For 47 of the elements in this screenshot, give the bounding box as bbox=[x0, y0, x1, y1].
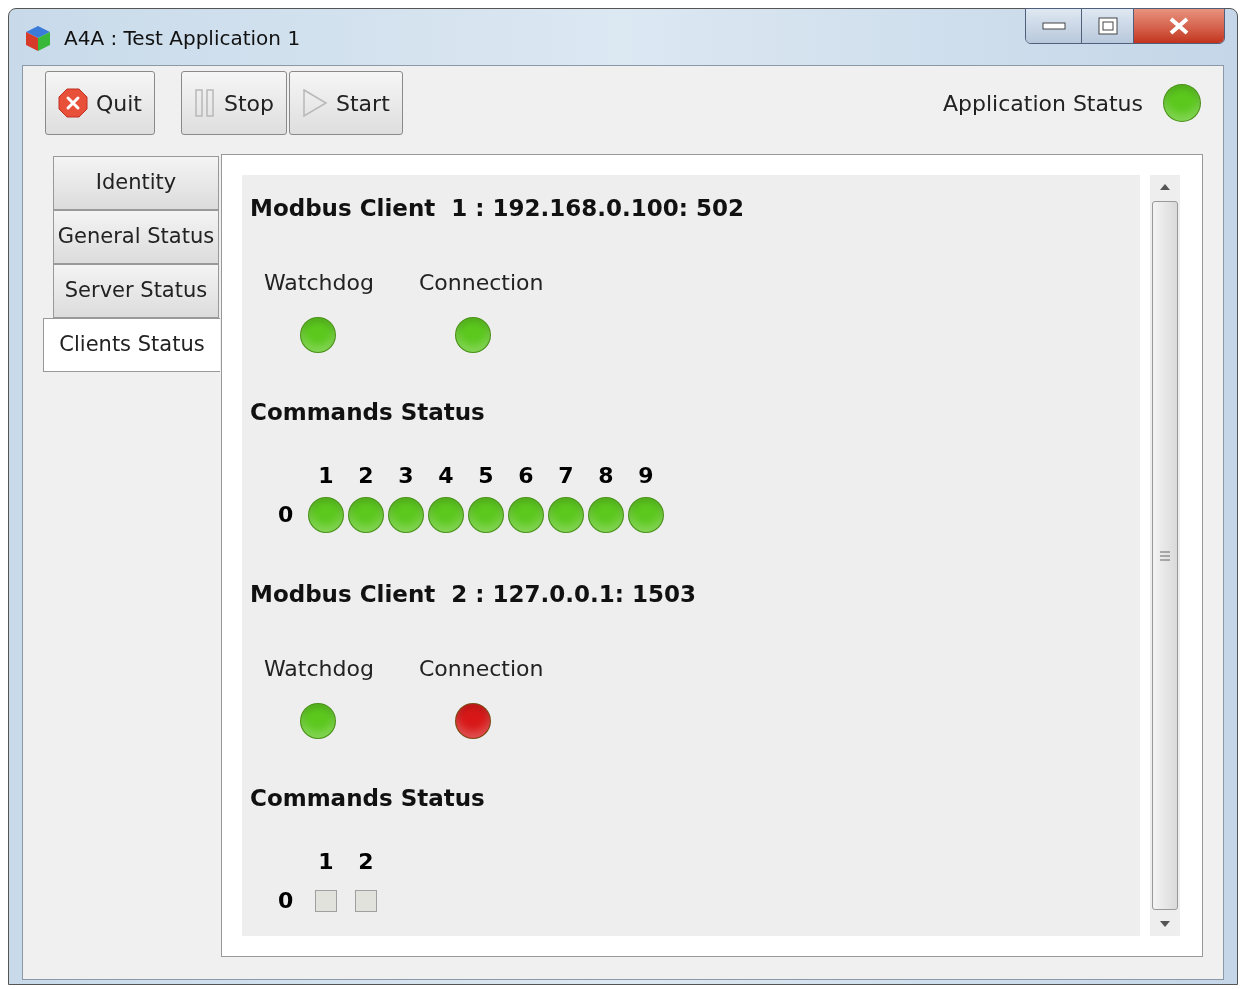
section-heading: Commands Status bbox=[250, 397, 486, 427]
toolbar-button[interactable]: Quit bbox=[45, 71, 155, 135]
tab[interactable]: General Status bbox=[53, 210, 219, 264]
tab[interactable]: Server Status bbox=[53, 264, 219, 318]
indicator-label: Watchdog bbox=[264, 654, 374, 683]
scrollbar[interactable] bbox=[1150, 175, 1180, 936]
column-number: 1 bbox=[318, 849, 334, 875]
column-number: 2 bbox=[358, 849, 374, 875]
column-number: 3 bbox=[398, 463, 414, 489]
column-number: 9 bbox=[638, 463, 654, 489]
indicator-label: Connection bbox=[419, 268, 544, 297]
column-number: 2 bbox=[358, 463, 374, 489]
scroll-up-icon bbox=[1159, 183, 1171, 191]
toolbar-button[interactable]: Stop bbox=[181, 71, 287, 135]
scroll-down-icon bbox=[1159, 920, 1171, 928]
empty-status-box bbox=[315, 890, 337, 912]
maximize-button[interactable] bbox=[1082, 9, 1134, 43]
client-heading: Modbus Client 1 : 192.168.0.100: 502 bbox=[250, 194, 745, 223]
status-label: Application Status bbox=[942, 89, 1143, 118]
close-icon bbox=[1168, 17, 1190, 35]
play-icon bbox=[302, 88, 328, 118]
window-title: A4A : Test Application 1 bbox=[64, 25, 301, 52]
section-heading: Commands Status bbox=[250, 783, 486, 813]
indicator-label: Watchdog bbox=[264, 268, 374, 297]
column-number: 7 bbox=[558, 463, 574, 489]
close-button[interactable] bbox=[1134, 9, 1224, 43]
tab[interactable]: Clients Status bbox=[43, 318, 220, 372]
maximize-icon bbox=[1097, 17, 1118, 35]
column-number: 8 bbox=[598, 463, 614, 489]
pause-icon bbox=[194, 89, 216, 117]
column-number: 4 bbox=[438, 463, 454, 489]
close-icon bbox=[58, 88, 88, 118]
minimize-icon bbox=[1041, 22, 1066, 30]
scrollbar-thumb[interactable] bbox=[1152, 201, 1178, 910]
empty-status-box bbox=[355, 890, 377, 912]
column-number: 5 bbox=[478, 463, 494, 489]
cube-icon bbox=[24, 24, 52, 52]
toolbar-button[interactable]: Start bbox=[289, 71, 403, 135]
tab[interactable]: Identity bbox=[53, 156, 219, 210]
minimize-button[interactable] bbox=[1026, 9, 1082, 43]
grip-icon bbox=[1159, 550, 1171, 561]
column-number: 6 bbox=[518, 463, 534, 489]
indicator-label: Connection bbox=[419, 654, 544, 683]
column-number: 1 bbox=[318, 463, 334, 489]
row-label: 0 bbox=[278, 501, 295, 529]
client-heading: Modbus Client 2 : 127.0.0.1: 1503 bbox=[250, 580, 697, 609]
row-label: 0 bbox=[278, 887, 295, 915]
